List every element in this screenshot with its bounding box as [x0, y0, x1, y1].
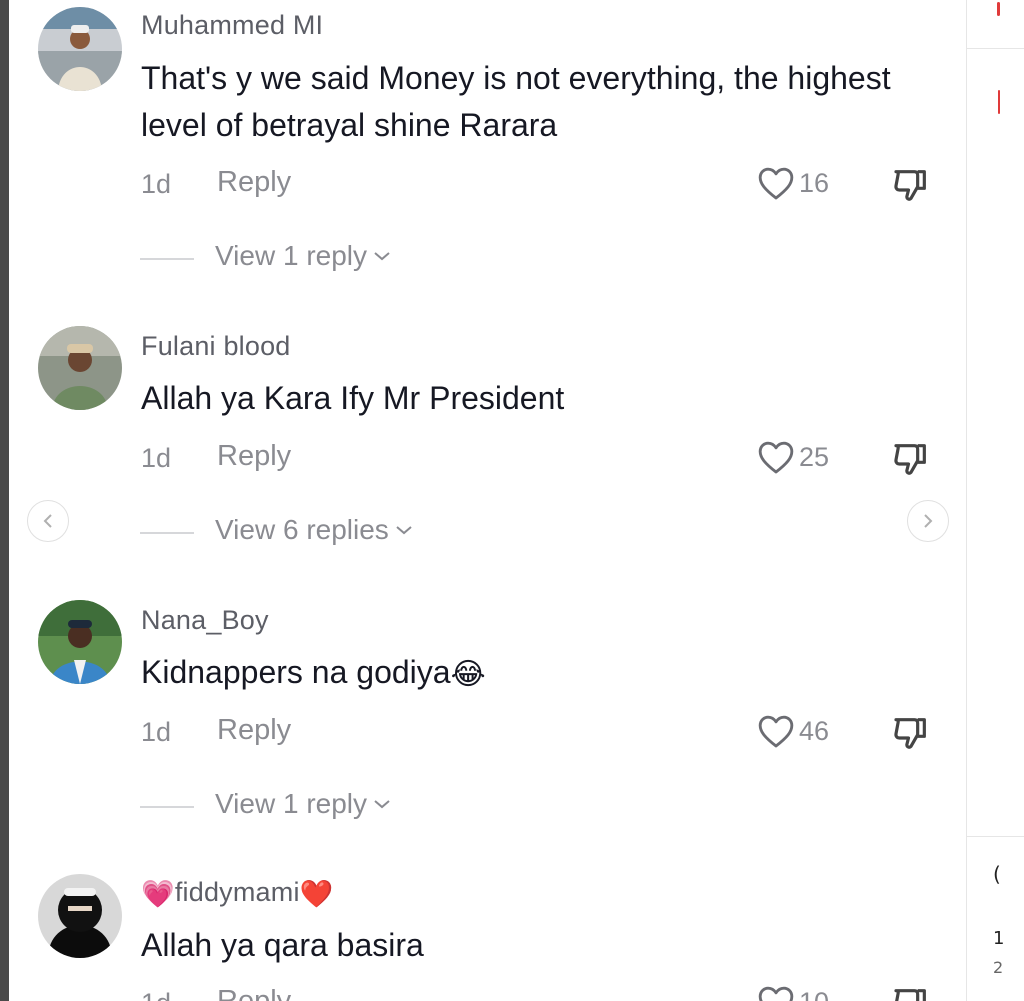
right-panel-glyph: ( — [993, 862, 1001, 886]
reply-button[interactable]: Reply — [217, 166, 291, 199]
right-panel-red-mark — [997, 2, 1000, 16]
chevron-down-icon — [374, 252, 390, 261]
right-panel-red-mark — [998, 90, 1000, 114]
like-button[interactable]: 46 — [757, 713, 829, 749]
avatar[interactable] — [38, 326, 122, 410]
right-panel-glyph: 2 — [993, 958, 1004, 977]
thumbs-down-icon[interactable] — [890, 984, 932, 1001]
view-replies-button[interactable]: View 1 reply — [215, 240, 391, 272]
thumbs-down-icon[interactable] — [890, 713, 932, 753]
comment-timestamp: 1d — [141, 169, 172, 199]
like-button[interactable]: 25 — [757, 439, 829, 475]
right-panel-divider — [967, 836, 1024, 837]
heart-outline-icon — [758, 715, 794, 748]
comment-text: Kidnappers na godiya😂 — [141, 649, 921, 698]
comment-text-content: Kidnappers na godiya — [141, 654, 451, 690]
comment-username[interactable]: 💗fiddymami❤️ — [141, 877, 334, 910]
comment-username[interactable]: Nana_Boy — [141, 605, 269, 636]
right-panel-divider — [967, 48, 1024, 49]
view-replies-button[interactable]: View 1 reply — [215, 788, 391, 820]
like-button[interactable]: 16 — [757, 165, 829, 201]
comment-timestamp: 1d — [141, 717, 172, 747]
avatar[interactable] — [38, 874, 122, 958]
next-button[interactable] — [907, 500, 949, 542]
like-count: 10 — [799, 987, 829, 1001]
like-count: 25 — [799, 441, 830, 472]
window-left-border — [0, 0, 9, 1001]
view-replies-divider — [140, 532, 194, 534]
view-replies-divider — [140, 258, 194, 260]
reply-button[interactable]: Reply — [217, 985, 291, 1001]
avatar[interactable] — [38, 600, 122, 684]
comment-text: Allah ya qara basira — [141, 927, 424, 963]
right-panel-glyph: 1 — [993, 928, 1005, 949]
view-replies-label: View 1 reply — [215, 788, 368, 819]
like-button[interactable]: 10 — [757, 984, 829, 1001]
comment-username-text: fiddymami — [174, 877, 300, 907]
previous-button[interactable] — [27, 500, 69, 542]
laughing-emoji: 😂 — [450, 657, 486, 693]
heart-outline-icon — [758, 441, 794, 474]
avatar[interactable] — [38, 7, 122, 91]
chevron-left-icon — [43, 514, 52, 528]
view-replies-button[interactable]: View 6 replies — [215, 514, 413, 546]
chevron-down-icon — [374, 800, 390, 809]
heart-outline-icon — [758, 167, 794, 200]
comment-username[interactable]: Muhammed MI — [141, 10, 323, 41]
view-replies-label: View 1 reply — [215, 240, 368, 271]
comment-timestamp: 1d — [141, 443, 172, 473]
comment-username[interactable]: Fulani blood — [141, 331, 291, 362]
comment-text: That's y we said Money is not everything… — [141, 60, 891, 143]
right-side-panel: ( 1 2 — [966, 0, 1024, 1001]
comment-text: Allah ya Kara Ify Mr President — [141, 380, 565, 416]
reply-button[interactable]: Reply — [217, 440, 291, 473]
like-count: 46 — [799, 715, 830, 746]
view-replies-divider — [140, 806, 194, 808]
chevron-down-icon — [396, 526, 412, 535]
heart-emoji: 💗 — [141, 878, 175, 910]
view-replies-label: View 6 replies — [215, 514, 389, 545]
comment-timestamp: 1d — [141, 988, 171, 1001]
red-heart-emoji: ❤️ — [299, 878, 334, 910]
thumbs-down-icon[interactable] — [890, 165, 932, 205]
reply-button[interactable]: Reply — [217, 714, 291, 747]
like-count: 16 — [799, 167, 830, 198]
thumbs-down-icon[interactable] — [890, 439, 932, 479]
heart-outline-icon — [758, 986, 794, 1001]
chevron-right-icon — [924, 514, 933, 528]
